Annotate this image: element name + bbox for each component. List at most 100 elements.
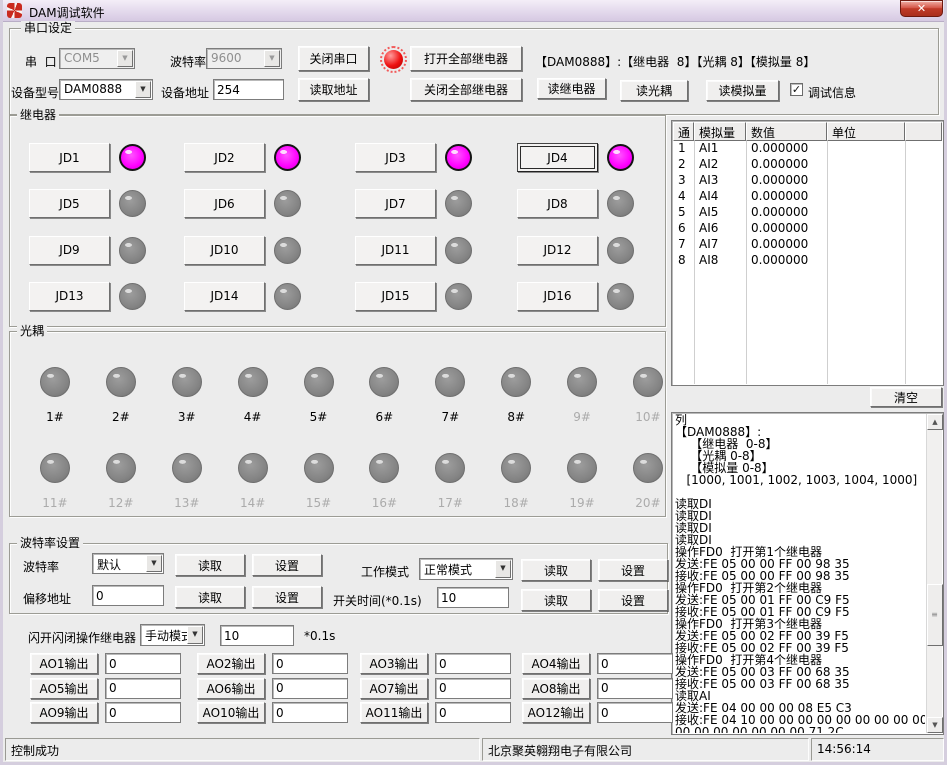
ao-value-input[interactable] [272, 653, 348, 674]
ao-value-input[interactable] [597, 678, 673, 699]
ao-output-button[interactable]: AO1输出 [30, 653, 98, 674]
open-all-relays-button[interactable]: 打开全部继电器 [410, 46, 522, 71]
relay-button[interactable]: JD9 [29, 236, 110, 265]
ao-output-button[interactable]: AO11输出 [360, 702, 428, 723]
ao-output-button[interactable]: AO7输出 [360, 678, 428, 699]
log-line: 接收:FE 05 00 03 FF 00 68 35 [675, 678, 925, 690]
ao-output-button[interactable]: AO9输出 [30, 702, 98, 723]
ao-value-input[interactable] [435, 653, 511, 674]
relay-button[interactable]: JD3 [355, 143, 436, 172]
flash-time-input[interactable] [220, 625, 294, 646]
read-opto-button[interactable]: 读光耦 [620, 80, 688, 101]
switch-time-set-button[interactable]: 设置 [598, 589, 668, 611]
ao-value-input[interactable] [272, 678, 348, 699]
opto-led-icon [435, 453, 465, 483]
ao-output-button[interactable]: AO3输出 [360, 653, 428, 674]
clear-log-button[interactable]: 清空 [870, 387, 942, 407]
chevron-down-icon[interactable]: ▼ [117, 50, 133, 67]
log-scrollbar[interactable]: ▲ ≡ ▼ [926, 414, 942, 733]
opto-led-icon [304, 367, 334, 397]
relay-button[interactable]: JD4 [517, 143, 598, 172]
flash-mode-select[interactable]: 手动模式 ▼ [140, 624, 205, 646]
chevron-down-icon[interactable]: ▼ [146, 555, 162, 572]
cell-value: 0.000000 [746, 253, 827, 269]
ao-output-button[interactable]: AO4输出 [522, 653, 590, 674]
relay-button[interactable]: JD15 [355, 282, 436, 311]
baud-read-button[interactable]: 读取 [175, 554, 245, 576]
read-analog-button[interactable]: 读模拟量 [706, 80, 779, 101]
opto-label: 8# [507, 410, 525, 424]
scrollbar-thumb[interactable]: ≡ [927, 584, 943, 646]
work-mode-select[interactable]: 正常模式 ▼ [419, 558, 513, 580]
relay-button[interactable]: JD2 [184, 143, 265, 172]
ao-output-button[interactable]: AO6输出 [197, 678, 265, 699]
baud-set-button[interactable]: 设置 [252, 554, 322, 576]
relay-button[interactable]: JD16 [517, 282, 598, 311]
ao-value-input[interactable] [597, 653, 673, 674]
flash-relay-label: 闪开闪闭操作继电器 [28, 629, 136, 646]
read-relay-button[interactable]: 读继电器 [537, 78, 606, 99]
ao-output-button[interactable]: AO8输出 [522, 678, 590, 699]
ao-value-input[interactable] [272, 702, 348, 723]
chevron-down-icon[interactable]: ▼ [495, 560, 511, 578]
close-port-button[interactable]: 关闭串口 [298, 46, 369, 71]
model-select[interactable]: DAM0888 ▼ [59, 79, 153, 100]
debug-info-checkbox[interactable]: ✓ [790, 83, 803, 96]
relay-cell: JD9 [29, 236, 184, 282]
read-addr-button[interactable]: 读取地址 [298, 78, 369, 101]
ao-output-button[interactable]: AO10输出 [197, 702, 265, 723]
relay-button[interactable]: JD8 [517, 189, 598, 218]
cell-unit [827, 141, 905, 157]
scroll-up-icon[interactable]: ▲ [927, 414, 943, 430]
offset-set-button[interactable]: 设置 [252, 586, 322, 608]
ao-output-button[interactable]: AO5输出 [30, 678, 98, 699]
baud-select[interactable]: 9600 ▼ [206, 48, 282, 69]
relay-button[interactable]: JD13 [29, 282, 110, 311]
cell-value: 0.000000 [746, 141, 827, 157]
analog-table-header: 通 模拟量 数值 单位 [673, 122, 942, 141]
switch-time-read-button[interactable]: 读取 [521, 589, 591, 611]
ao-value-input[interactable] [435, 702, 511, 723]
ao-value-input[interactable] [435, 678, 511, 699]
relay-button[interactable]: JD1 [29, 143, 110, 172]
relay-button[interactable]: JD10 [184, 236, 265, 265]
cell-unit [827, 237, 905, 253]
cell-unit [827, 189, 905, 205]
ao-value-input[interactable] [105, 653, 181, 674]
offset-read-button[interactable]: 读取 [175, 586, 245, 608]
chevron-down-icon[interactable]: ▼ [135, 81, 151, 98]
ao-value-input[interactable] [597, 702, 673, 723]
opto-label: 20# [635, 496, 660, 510]
ao-value-input[interactable] [105, 678, 181, 699]
baud-set-select[interactable]: 默认 ▼ [92, 553, 164, 574]
chevron-down-icon[interactable]: ▼ [264, 50, 280, 67]
relay-button[interactable]: JD11 [355, 236, 436, 265]
close-button[interactable]: ✕ [900, 0, 943, 17]
cell-channel: 6 [673, 221, 694, 237]
ao-value-input[interactable] [105, 702, 181, 723]
close-all-relays-button[interactable]: 关闭全部继电器 [410, 78, 522, 101]
cell-value: 0.000000 [746, 237, 827, 253]
opto-led-icon [633, 367, 663, 397]
relay-button[interactable]: JD7 [355, 189, 436, 218]
work-mode-read-button[interactable]: 读取 [521, 559, 591, 581]
scroll-down-icon[interactable]: ▼ [927, 717, 943, 733]
port-select[interactable]: COM5 ▼ [59, 48, 135, 69]
work-mode-set-button[interactable]: 设置 [598, 559, 668, 581]
relay-button[interactable]: JD14 [184, 282, 265, 311]
opto-label: 11# [42, 496, 67, 510]
relay-cell: JD7 [355, 189, 517, 235]
relay-cell: JD3 [355, 143, 517, 189]
ao-output-button[interactable]: AO2输出 [197, 653, 265, 674]
ao-output-button[interactable]: AO12输出 [522, 702, 590, 723]
chevron-down-icon[interactable]: ▼ [187, 626, 203, 644]
cell-unit [827, 221, 905, 237]
relay-button[interactable]: JD6 [184, 189, 265, 218]
opto-led-icon [501, 367, 531, 397]
opto-label: 18# [504, 496, 529, 510]
relay-button[interactable]: JD12 [517, 236, 598, 265]
offset-addr-input[interactable] [92, 585, 164, 606]
switch-time-input[interactable] [437, 587, 509, 608]
device-addr-input[interactable] [213, 79, 284, 100]
relay-button[interactable]: JD5 [29, 189, 110, 218]
